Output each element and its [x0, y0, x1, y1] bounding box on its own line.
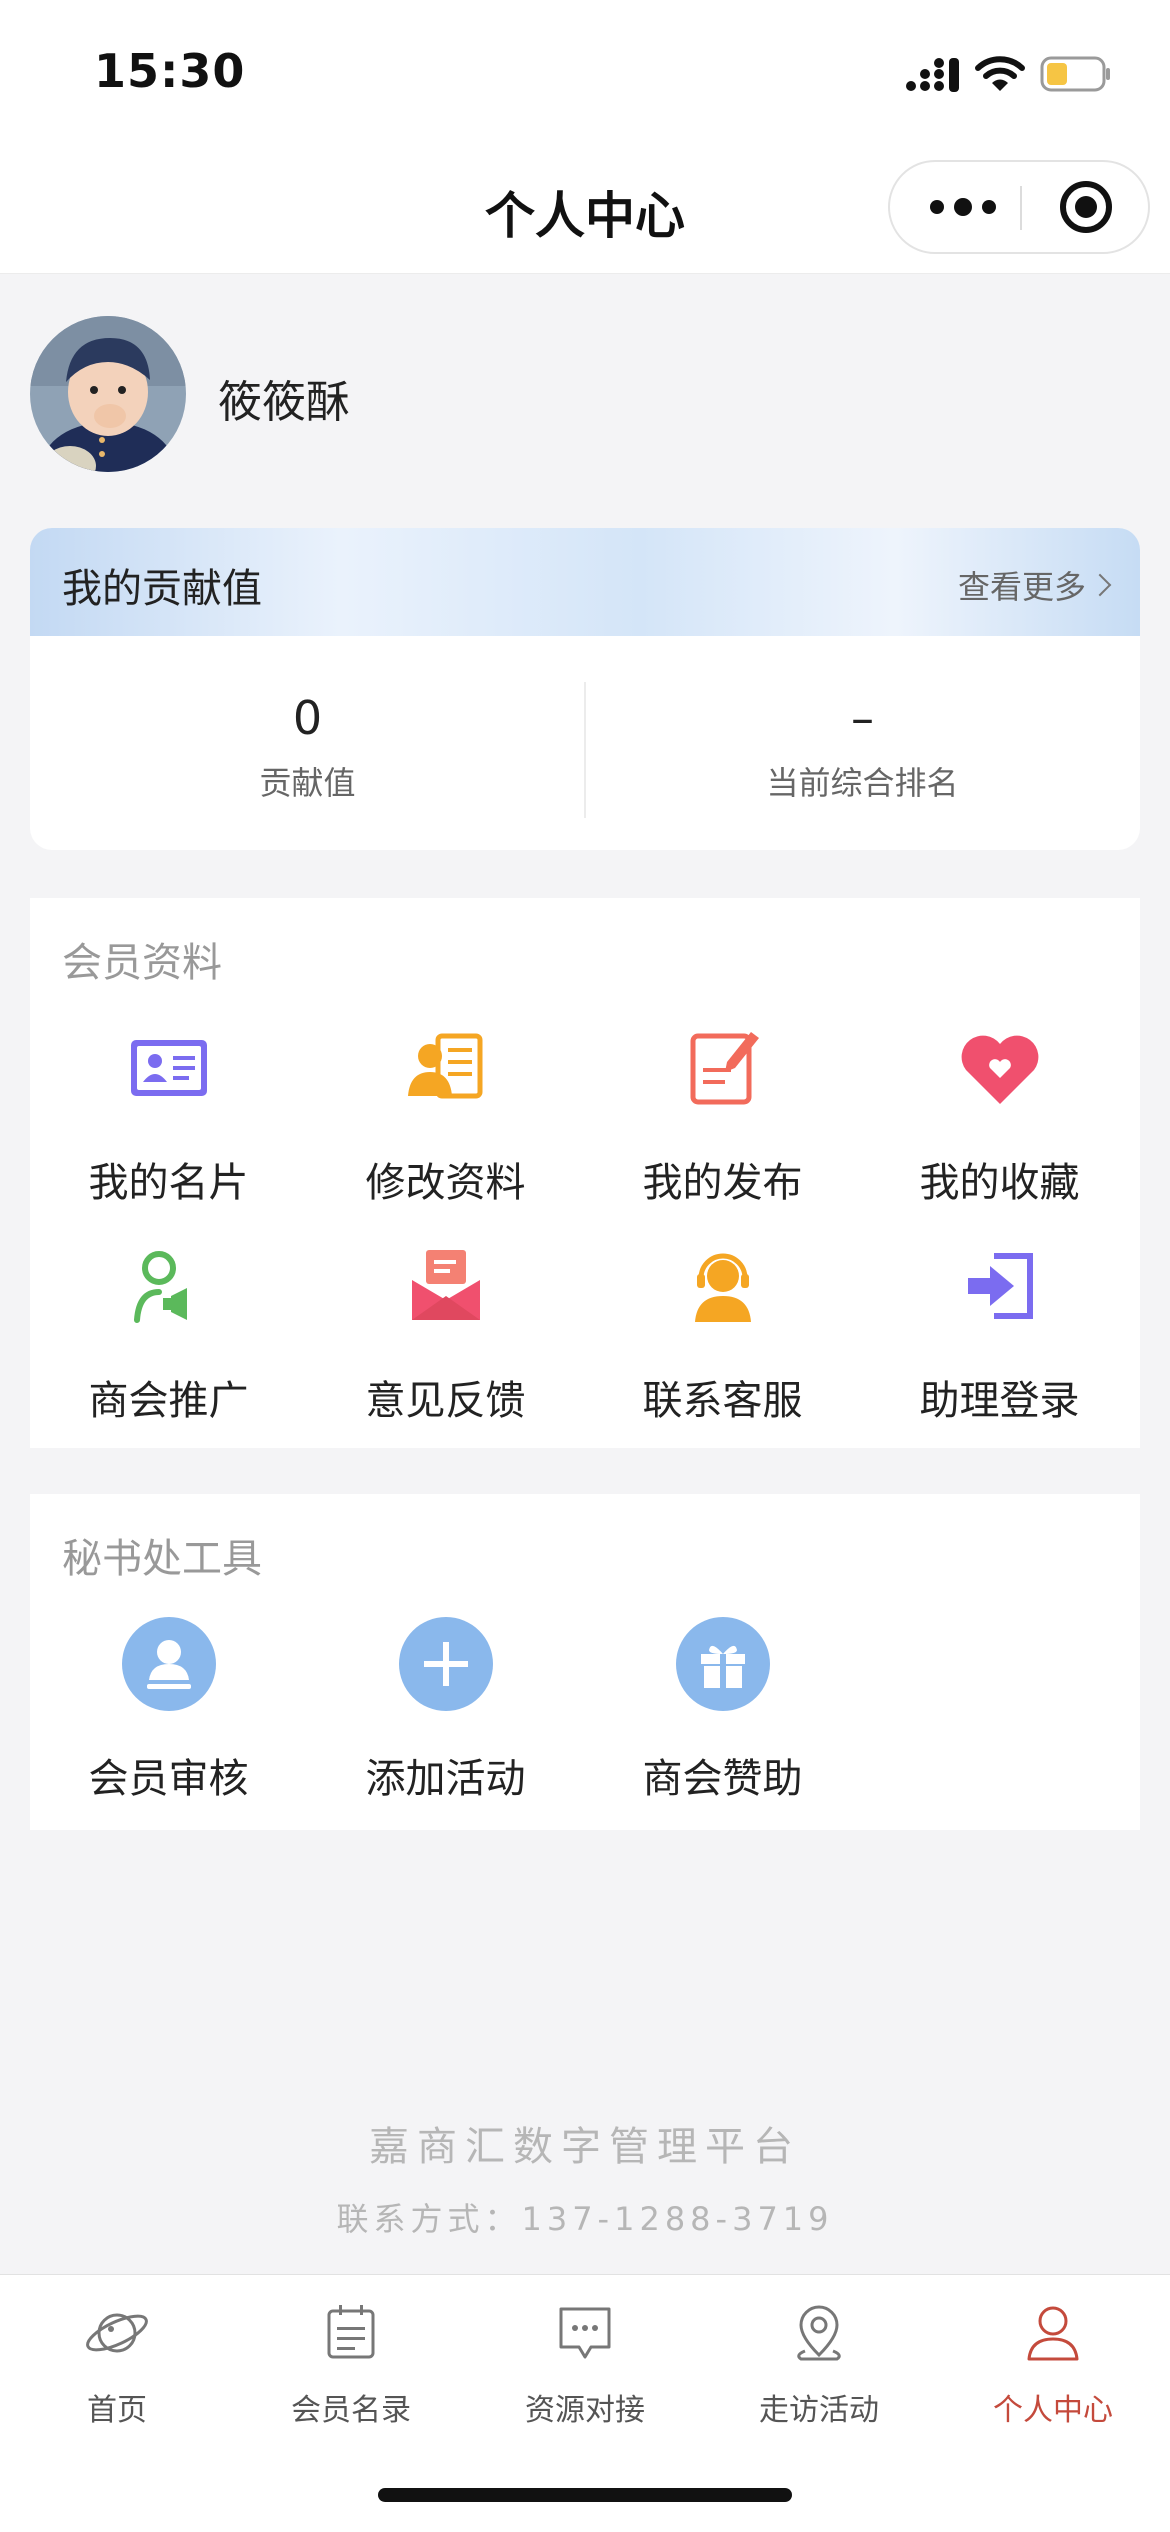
sponsorship-button[interactable]: 商会赞助: [584, 1614, 861, 1804]
avatar[interactable]: [30, 316, 186, 472]
chevron-right-icon: [1088, 573, 1112, 597]
contribution-value: 0: [292, 691, 323, 745]
feedback-label: 意见反馈: [365, 1378, 526, 1424]
member-review-button[interactable]: 会员审核: [30, 1614, 307, 1804]
mini-program-capsule: [888, 160, 1150, 254]
add-activity-label: 添加活动: [365, 1756, 526, 1802]
chamber-promotion-button[interactable]: 商会推广: [30, 1236, 307, 1426]
secretary-tools-section: 秘书处工具 会员审核 添加活动 商会赞助: [30, 1494, 1140, 1830]
business-card-icon: [130, 1040, 207, 1096]
gift-icon: [675, 1617, 770, 1711]
ranking-value: –: [851, 691, 874, 745]
contact-support-button[interactable]: 联系客服: [584, 1236, 861, 1426]
tab-visit-activities[interactable]: 走访活动: [702, 2295, 936, 2429]
tab-resource-matching-label: 资源对接: [525, 2393, 645, 2428]
my-card-button[interactable]: 我的名片: [30, 1018, 307, 1208]
person-icon: [1027, 2306, 1079, 2361]
edit-profile-label: 修改资料: [365, 1160, 526, 1206]
nav-bar: 个人中心: [0, 140, 1170, 274]
assistant-login-label: 助理登录: [919, 1378, 1080, 1424]
edit-profile-button[interactable]: 修改资料: [307, 1018, 584, 1208]
tab-personal-center[interactable]: 个人中心: [936, 2295, 1170, 2429]
secretary-section-title: 秘书处工具: [62, 1536, 262, 1582]
member-review-icon: [121, 1617, 216, 1711]
tab-personal-center-label: 个人中心: [993, 2393, 1113, 2428]
edit-profile-icon: [407, 1033, 482, 1099]
wifi-icon: [975, 56, 1025, 91]
more-dots-icon: [930, 198, 996, 216]
ranking-stat[interactable]: – 当前综合排名: [585, 688, 1140, 804]
feedback-button[interactable]: 意见反馈: [307, 1236, 584, 1426]
username: 筱筱酥: [218, 377, 350, 428]
my-card-label: 我的名片: [88, 1160, 249, 1206]
home-indicator[interactable]: [378, 2488, 792, 2502]
my-posts-label: 我的发布: [642, 1160, 803, 1206]
login-icon: [967, 1253, 1033, 1319]
plus-icon: [398, 1617, 493, 1711]
contribution-value-stat[interactable]: 0 贡献值: [30, 688, 585, 804]
assistant-login-button[interactable]: 助理登录: [861, 1236, 1138, 1426]
contribution-value-label: 贡献值: [259, 764, 356, 802]
tab-member-directory-label: 会员名录: [291, 2393, 411, 2428]
contribution-card: 我的贡献值 查看更多 0 贡献值 – 当前综合排名: [30, 528, 1140, 850]
cellular-signal-icon: [906, 58, 959, 92]
view-more-link[interactable]: 查看更多: [957, 562, 1112, 608]
status-bar: 15:30: [0, 0, 1170, 140]
contact-support-label: 联系客服: [642, 1378, 803, 1424]
tab-home-label: 首页: [87, 2393, 147, 2428]
my-favorites-label: 我的收藏: [919, 1160, 1080, 1206]
member-section-title: 会员资料: [62, 940, 222, 986]
chamber-promotion-label: 商会推广: [88, 1378, 249, 1424]
publish-icon: [690, 1032, 759, 1105]
battery-icon: [1040, 56, 1110, 92]
tab-visit-activities-label: 走访活动: [759, 2393, 879, 2428]
heart-icon: [961, 1035, 1038, 1104]
planet-icon: [86, 2313, 148, 2353]
platform-name: 嘉商汇数字管理平台: [369, 2124, 801, 2170]
my-favorites-button[interactable]: 我的收藏: [861, 1018, 1138, 1208]
tab-home[interactable]: 首页: [0, 2295, 234, 2429]
status-time: 15:30: [94, 44, 246, 98]
chat-icon: [559, 2307, 611, 2359]
promotion-icon: [133, 1251, 187, 1323]
member-review-label: 会员审核: [88, 1756, 249, 1802]
close-mini-program-button[interactable]: [1022, 162, 1150, 252]
ranking-label: 当前综合排名: [766, 764, 959, 802]
more-button[interactable]: [890, 162, 1020, 252]
member-info-section: 会员资料 我的名片 修改资料 我的发布 我的收藏 商会推广 意见反馈 联系客服 …: [30, 898, 1140, 1448]
add-activity-button[interactable]: 添加活动: [307, 1614, 584, 1804]
contact-info: 联系方式：137-1288-3719: [336, 2200, 834, 2238]
tab-resource-matching[interactable]: 资源对接: [468, 2295, 702, 2429]
location-icon: [797, 2305, 841, 2361]
contribution-title: 我的贡献值: [62, 566, 262, 612]
view-more-label: 查看更多: [957, 568, 1086, 606]
profile-page: 15:30 个人中心 筱筱酥 我的贡献值 查看更多 0 贡献值 – 当前综合排名…: [0, 0, 1170, 2532]
avatar-image: [30, 316, 186, 472]
feedback-icon: [411, 1250, 480, 1320]
my-posts-button[interactable]: 我的发布: [584, 1018, 861, 1208]
calendar-list-icon: [327, 2305, 375, 2359]
customer-service-icon: [694, 1253, 751, 1322]
sponsorship-label: 商会赞助: [642, 1756, 803, 1802]
contribution-header: 我的贡献值 查看更多: [30, 528, 1140, 636]
tab-member-directory[interactable]: 会员名录: [234, 2295, 468, 2429]
